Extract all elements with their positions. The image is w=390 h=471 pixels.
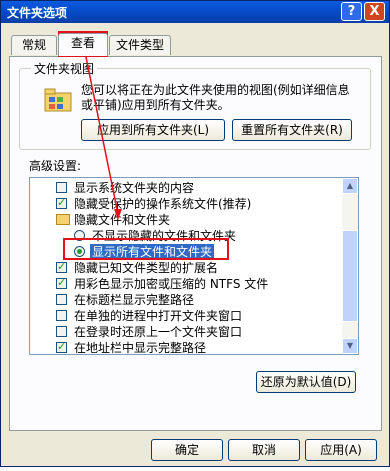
apply-button[interactable]: 应用(A)	[305, 439, 377, 461]
checkbox[interactable]	[56, 275, 67, 291]
folder-views-description: 您可以将正在为此文件夹使用的视图(例如详细信息或平铺)应用到所有文件夹。	[81, 83, 350, 112]
tab-general[interactable]: 常规	[11, 35, 57, 55]
checkbox[interactable]	[56, 182, 67, 193]
tab-file-types[interactable]: 文件类型	[109, 35, 171, 55]
checkbox[interactable]	[56, 310, 67, 321]
scrollbar[interactable]: ▲ ▼	[342, 178, 358, 354]
window-title: 文件夹选项	[7, 6, 68, 20]
folder-views-label: 文件夹视图	[31, 60, 98, 77]
checkbox[interactable]	[56, 195, 67, 211]
reset-all-folders-button[interactable]: 重置所有文件夹(R)	[232, 119, 352, 141]
advanced-settings-list[interactable]: 显示系统文件夹的内容 隐藏受保护的操作系统文件(推荐) 隐藏文件和文件夹 不显示…	[29, 177, 359, 355]
checkbox[interactable]	[56, 339, 67, 354]
restore-defaults-button[interactable]: 还原为默认值(D)	[256, 371, 356, 393]
folder-options-dialog: 文件夹选项 ? X 常规 查看 文件类型 文件夹视图 您可以将正在为此文件夹使用…	[0, 0, 390, 467]
apply-to-all-folders-button[interactable]: 应用到所有文件夹(L)	[81, 119, 225, 141]
scroll-down-icon[interactable]: ▼	[342, 338, 358, 354]
folder-icon	[56, 214, 70, 225]
title-bar[interactable]: 文件夹选项 ? X	[1, 1, 389, 23]
checkbox[interactable]	[56, 259, 67, 275]
advanced-settings-label: 高级设置:	[29, 159, 82, 173]
help-button[interactable]: ?	[341, 2, 362, 21]
highlight-box-show-all	[63, 238, 229, 260]
checkbox[interactable]	[56, 294, 67, 305]
folder-views-icon	[43, 85, 73, 113]
scroll-up-icon[interactable]: ▲	[342, 178, 358, 194]
close-button[interactable]: X	[364, 2, 385, 21]
scroll-thumb[interactable]	[342, 230, 358, 322]
cancel-button[interactable]: 取消	[228, 439, 300, 461]
ok-button[interactable]: 确定	[151, 439, 223, 461]
tab-view[interactable]: 查看	[58, 33, 108, 56]
checkbox[interactable]	[56, 326, 67, 337]
